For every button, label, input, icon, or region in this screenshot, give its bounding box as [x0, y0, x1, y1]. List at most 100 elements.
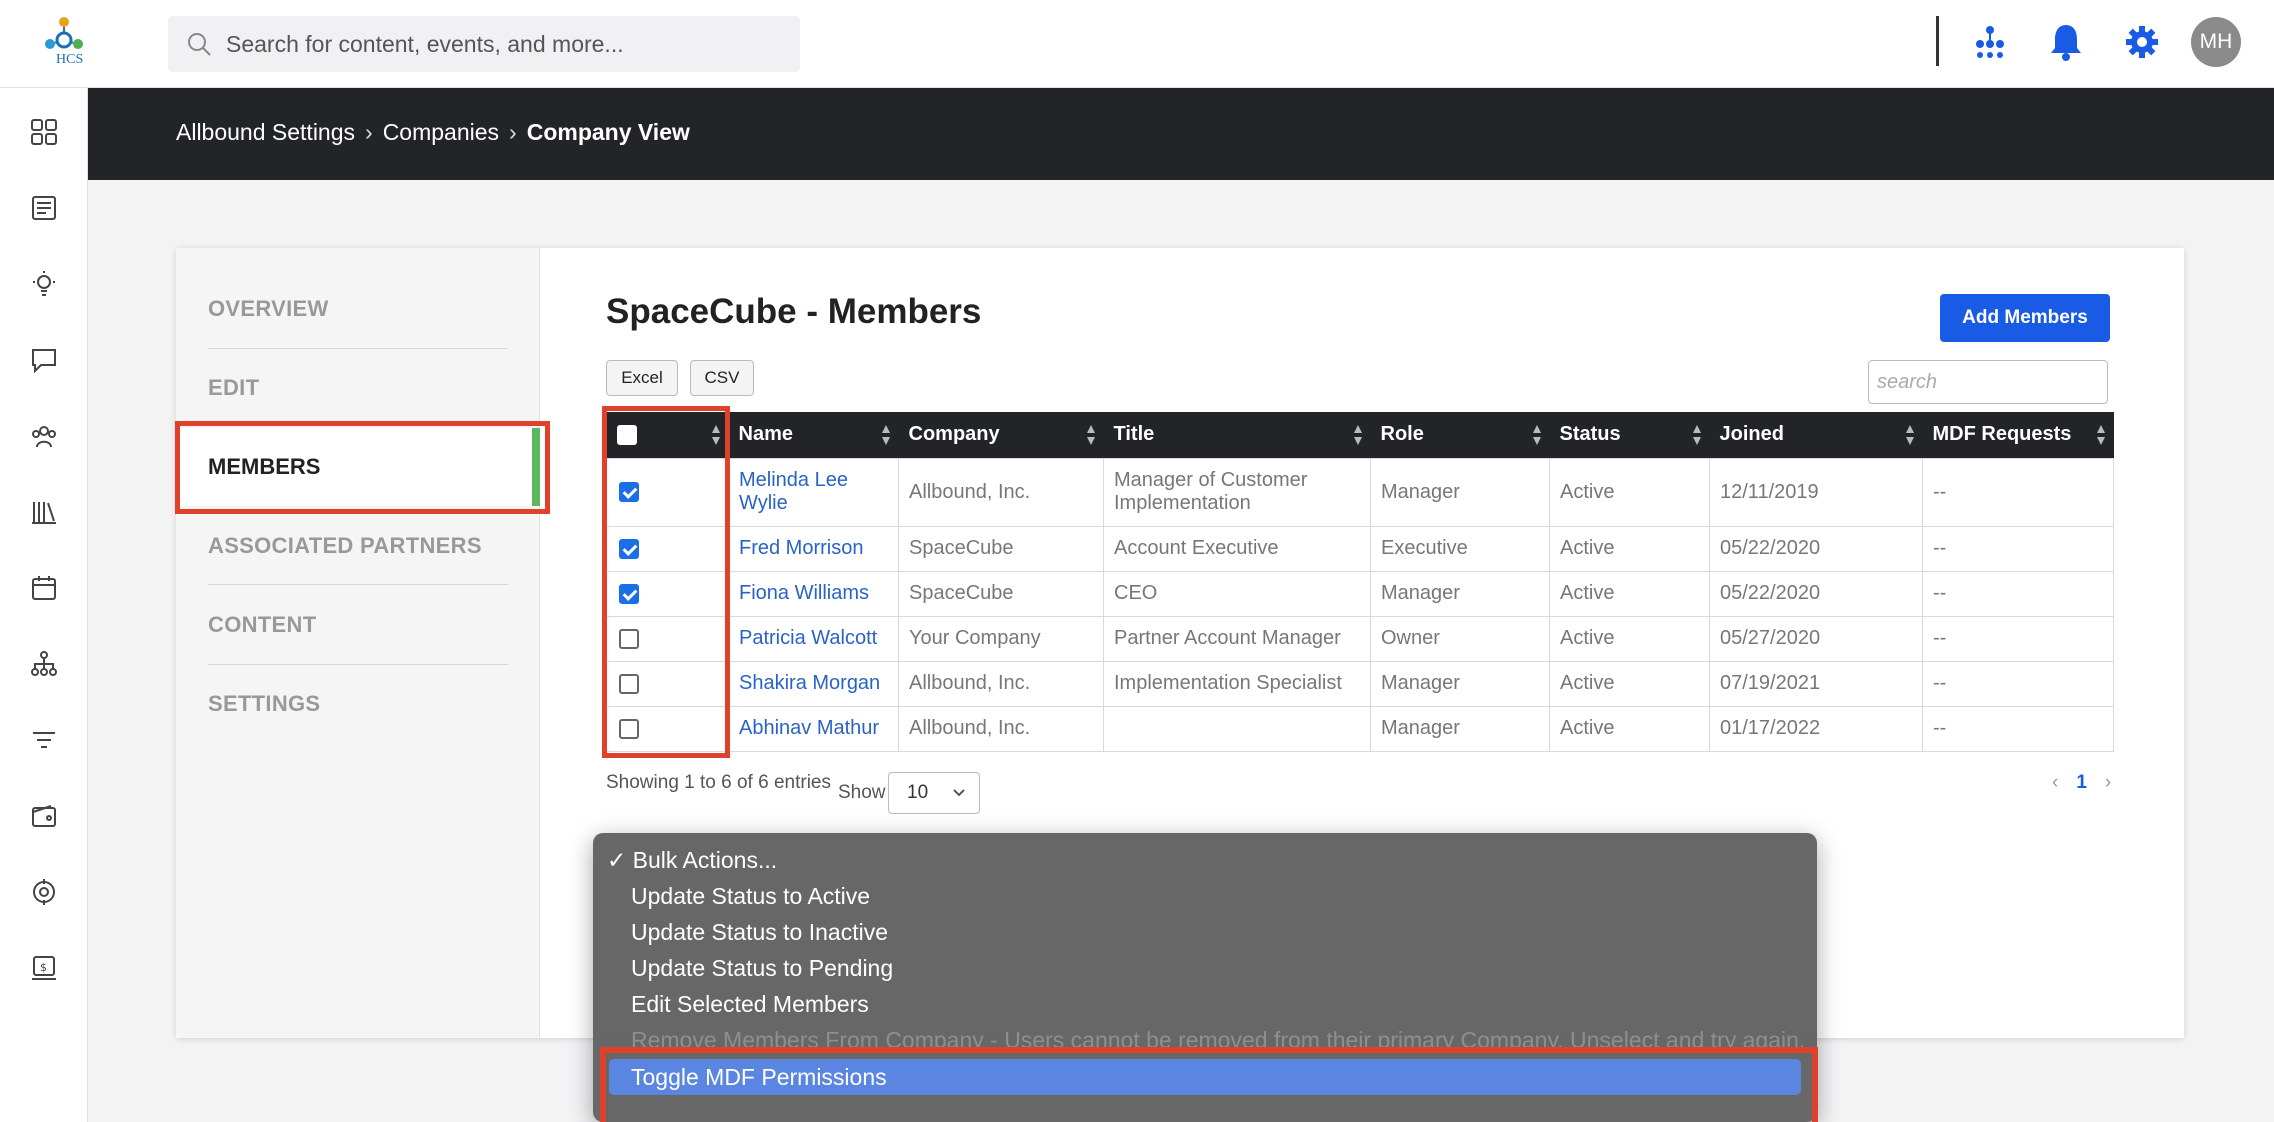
org-chart-icon[interactable] [1970, 22, 2010, 62]
column-header-status[interactable]: Status [1549, 412, 1710, 458]
news-icon[interactable] [26, 190, 62, 226]
logo[interactable]: HCS [36, 14, 92, 72]
member-company: Your Company [898, 615, 1104, 662]
subnav-divider [208, 664, 508, 665]
table-row: Fiona Williams SpaceCube CEO Manager Act… [606, 570, 2114, 617]
member-name-link[interactable]: Shakira Morgan [728, 660, 899, 707]
top-bar: HCS MH [0, 0, 2274, 88]
column-header-title[interactable]: Title [1103, 412, 1371, 458]
update-status-active-option[interactable]: Update Status to Active [631, 883, 870, 910]
next-page-button[interactable]: › [2105, 772, 2111, 794]
breadcrumb-allbound-settings[interactable]: Allbound Settings [176, 119, 355, 146]
bulk-actions-option[interactable]: ✓ Bulk Actions... [607, 847, 777, 874]
search-icon [188, 33, 211, 56]
member-mdf-requests: -- [1922, 660, 2114, 707]
payment-icon[interactable]: $ [26, 950, 62, 986]
column-header-mdf-requests[interactable]: MDF Requests [1922, 412, 2114, 458]
member-name-link[interactable]: Melinda Lee Wylie [728, 457, 899, 527]
check-icon: ✓ [607, 847, 627, 873]
breadcrumb-companies[interactable]: Companies [383, 119, 499, 146]
gear-icon[interactable] [2122, 22, 2162, 62]
edit-selected-members-option[interactable]: Edit Selected Members [631, 991, 869, 1018]
calendar-icon[interactable] [26, 570, 62, 606]
sort-icon[interactable] [1905, 424, 1915, 446]
subnav-edit[interactable]: EDIT [208, 375, 508, 401]
bell-icon[interactable] [2046, 22, 2086, 62]
member-joined: 07/19/2021 [1709, 660, 1923, 707]
subnav-associated-partners[interactable]: ASSOCIATED PARTNERS [208, 533, 508, 559]
member-name-link[interactable]: Fred Morrison [728, 525, 899, 572]
sort-icon[interactable] [881, 424, 891, 446]
sort-icon[interactable] [1353, 424, 1363, 446]
wallet-icon[interactable] [26, 798, 62, 834]
lightbulb-icon[interactable] [26, 266, 62, 302]
member-role: Manager [1370, 660, 1550, 707]
member-role: Manager [1370, 705, 1550, 752]
member-company: Allbound, Inc. [898, 660, 1104, 707]
search-input[interactable] [226, 30, 786, 58]
breadcrumb-separator: › [509, 119, 517, 145]
global-search[interactable] [168, 16, 800, 72]
table-row: Shakira Morgan Allbound, Inc. Implementa… [606, 660, 2114, 707]
chat-icon[interactable] [26, 342, 62, 378]
sort-icon[interactable] [2096, 424, 2106, 446]
member-company: Allbound, Inc. [898, 457, 1104, 527]
show-label: Show [838, 782, 886, 803]
table-row: Abhinav Mathur Allbound, Inc. Manager Ac… [606, 705, 2114, 752]
header-divider [1936, 16, 1939, 66]
target-icon[interactable] [26, 874, 62, 910]
breadcrumb-current: Company View [526, 119, 690, 145]
csv-export-button[interactable]: CSV [690, 360, 754, 396]
member-status: Active [1549, 457, 1710, 527]
page-size-select[interactable]: 10 [888, 772, 980, 814]
page-1-button[interactable]: 1 [2076, 772, 2087, 794]
sort-icon[interactable] [1692, 424, 1702, 446]
member-company: SpaceCube [898, 525, 1104, 572]
chevron-down-icon [953, 789, 965, 797]
page-size-value: 10 [907, 782, 929, 803]
column-header-role[interactable]: Role [1370, 412, 1550, 458]
logo-text: HCS [56, 52, 84, 67]
subnav-overview[interactable]: OVERVIEW [208, 296, 508, 322]
member-role: Manager [1370, 570, 1550, 617]
excel-export-button[interactable]: Excel [606, 360, 678, 396]
table-search-input[interactable] [1868, 360, 2108, 404]
members-table: Name Company Title Role Status Joined MD… [606, 412, 2114, 752]
update-status-pending-option[interactable]: Update Status to Pending [631, 955, 893, 982]
hierarchy-icon[interactable] [26, 646, 62, 682]
member-name-link[interactable]: Fiona Williams [728, 570, 899, 617]
avatar[interactable]: MH [2191, 17, 2241, 67]
member-name-link[interactable]: Patricia Walcott [728, 615, 899, 662]
table-header-row: Name Company Title Role Status Joined MD… [606, 412, 2114, 458]
column-header-name[interactable]: Name [728, 412, 899, 458]
member-name-link[interactable]: Abhinav Mathur [728, 705, 899, 752]
subnav-content[interactable]: CONTENT [208, 612, 508, 638]
column-header-joined[interactable]: Joined [1709, 412, 1923, 458]
member-status: Active [1549, 570, 1710, 617]
sort-icon[interactable] [1086, 424, 1096, 446]
breadcrumb-band: Allbound Settings › Companies › Company … [88, 88, 2274, 180]
breadcrumb-separator: › [365, 119, 373, 145]
members-table-body: Melinda Lee Wylie Allbound, Inc. Manager… [606, 457, 2114, 752]
table-row: Fred Morrison SpaceCube Account Executiv… [606, 525, 2114, 572]
member-title: CEO [1103, 570, 1371, 617]
library-icon[interactable] [26, 494, 62, 530]
subnav-divider [208, 348, 508, 349]
people-icon[interactable] [26, 418, 62, 454]
subnav-settings[interactable]: SETTINGS [208, 691, 508, 717]
column-header-company[interactable]: Company [898, 412, 1104, 458]
member-joined: 05/22/2020 [1709, 570, 1923, 617]
member-mdf-requests: -- [1922, 525, 2114, 572]
table-row: Melinda Lee Wylie Allbound, Inc. Manager… [606, 457, 2114, 527]
add-members-button[interactable]: Add Members [1940, 294, 2110, 342]
filter-icon[interactable] [26, 722, 62, 758]
dashboard-icon[interactable] [26, 114, 62, 150]
update-status-inactive-option[interactable]: Update Status to Inactive [631, 919, 888, 946]
svg-text:$: $ [40, 961, 47, 974]
prev-page-button[interactable]: ‹ [2052, 772, 2058, 794]
member-title: Account Executive [1103, 525, 1371, 572]
company-subnav: OVERVIEW EDIT MEMBERS ASSOCIATED PARTNER… [176, 248, 540, 1038]
member-joined: 05/27/2020 [1709, 615, 1923, 662]
sort-icon[interactable] [1532, 424, 1542, 446]
member-mdf-requests: -- [1922, 615, 2114, 662]
